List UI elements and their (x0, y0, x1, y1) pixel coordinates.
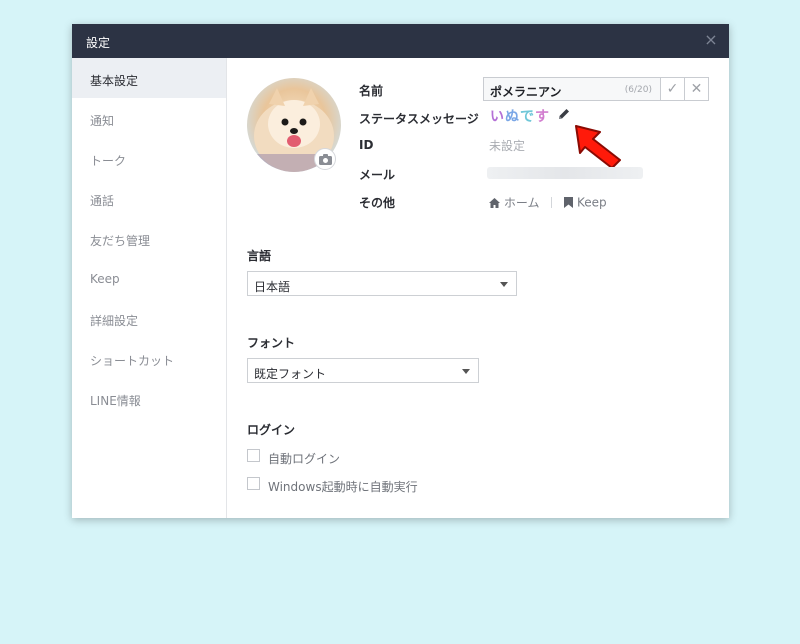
sidebar-item-basic[interactable]: 基本設定 (72, 58, 226, 98)
close-icon[interactable]: × (703, 31, 719, 49)
sidebar: 基本設定 通知 トーク 通話 友だち管理 Keep 詳細設定 ショートカット L… (72, 58, 227, 518)
sidebar-item-talk[interactable]: トーク (72, 138, 226, 178)
sidebar-item-keep[interactable]: Keep (72, 258, 226, 298)
name-input-value: ポメラニアン (490, 85, 562, 99)
keep-link[interactable]: Keep (577, 196, 607, 210)
status-char: す (535, 109, 550, 125)
status-label: ステータスメッセージ (359, 112, 479, 126)
auto-login-label[interactable]: 自動ログイン (268, 450, 340, 467)
camera-icon (319, 154, 332, 165)
settings-dialog: 設定 × 基本設定 通知 トーク 通話 友だち管理 Keep 詳細設定 ショート… (72, 24, 729, 518)
bookmark-icon (564, 197, 574, 208)
red-arrow-icon (575, 125, 621, 169)
other-label: その他 (359, 196, 396, 210)
sidebar-item-notifications[interactable]: 通知 (72, 98, 226, 138)
cancel-name-button[interactable]: ✕ (684, 77, 709, 101)
home-link[interactable]: ホーム (504, 196, 540, 210)
chevron-down-icon (462, 369, 470, 374)
chevron-down-icon (500, 282, 508, 287)
language-heading: 言語 (247, 249, 272, 263)
confirm-name-button[interactable]: ✓ (660, 77, 685, 101)
edit-pencil-icon[interactable] (558, 108, 570, 120)
auto-start-label[interactable]: Windows起動時に自動実行 (268, 478, 418, 495)
auto-login-checkbox[interactable] (247, 449, 260, 462)
sidebar-item-calls[interactable]: 通話 (72, 178, 226, 218)
title-bar: 設定 × (72, 24, 729, 58)
divider (551, 197, 553, 208)
font-selected: 既定フォント (254, 367, 327, 381)
id-label: ID (359, 138, 374, 152)
window-title: 設定 (86, 36, 111, 50)
status-char: い (490, 109, 505, 125)
language-select[interactable]: 日本語 (247, 271, 517, 296)
mail-value-blurred (487, 167, 643, 179)
auto-start-checkbox[interactable] (247, 477, 260, 490)
id-value: 未設定 (489, 139, 526, 153)
name-input[interactable]: ポメラニアン (6/20) (483, 77, 661, 101)
font-select[interactable]: 既定フォント (247, 358, 479, 383)
language-selected: 日本語 (254, 280, 291, 294)
sidebar-item-advanced[interactable]: 詳細設定 (72, 298, 226, 338)
name-char-count: (6/20) (624, 85, 652, 95)
change-photo-button[interactable] (314, 148, 336, 170)
home-icon (489, 197, 500, 208)
mail-label: メール (359, 168, 396, 182)
sidebar-item-line-info[interactable]: LINE情報 (72, 378, 226, 418)
other-links: ホーム Keep (489, 194, 607, 211)
sidebar-item-shortcuts[interactable]: ショートカット (72, 338, 226, 378)
font-heading: フォント (247, 336, 296, 350)
sidebar-item-friends[interactable]: 友だち管理 (72, 218, 226, 258)
status-message: いぬです (490, 106, 550, 126)
name-label: 名前 (359, 84, 384, 98)
status-char: で (520, 109, 535, 125)
status-char: ぬ (505, 109, 520, 125)
login-heading: ログイン (247, 423, 296, 437)
